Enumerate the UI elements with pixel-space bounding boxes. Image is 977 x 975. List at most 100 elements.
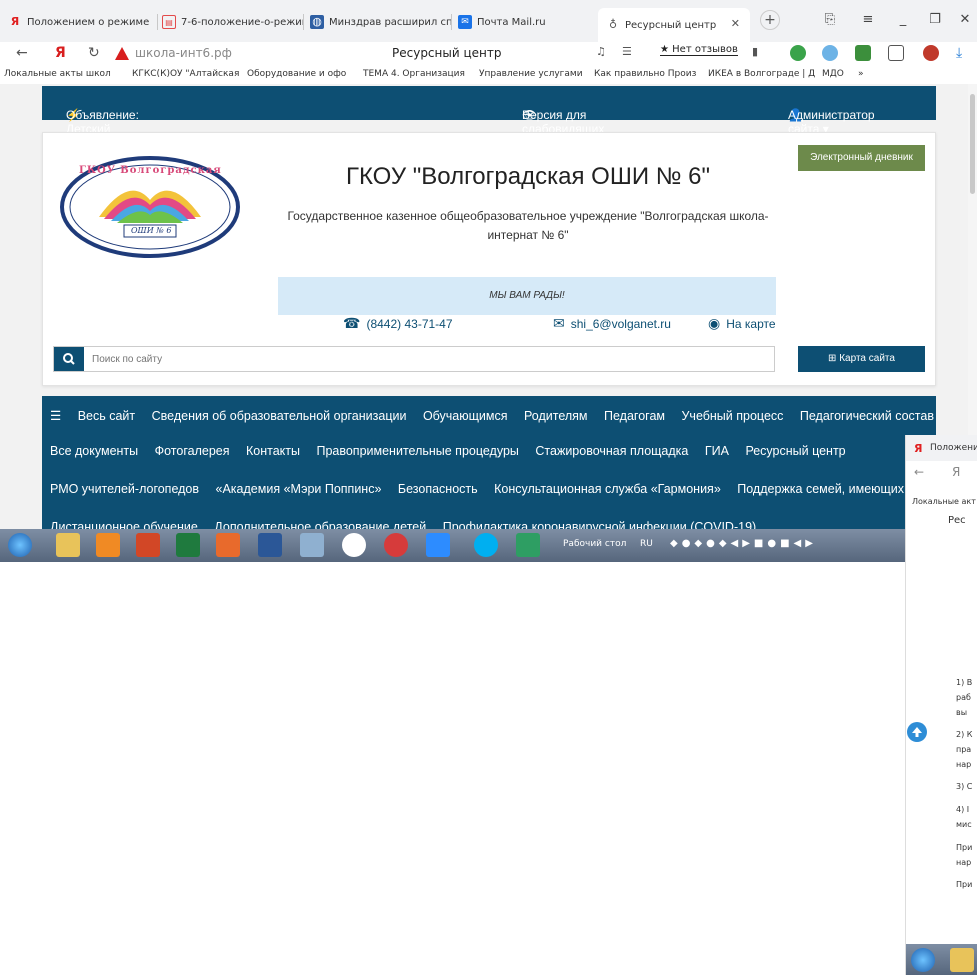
bookmarks-more[interactable]: »	[858, 69, 864, 79]
bookmark-item[interactable]: КГКС(К)ОУ "Алтайская	[132, 69, 239, 79]
menu-item[interactable]: Стажировочная площадка	[535, 444, 688, 458]
text-line: 4) I	[956, 805, 970, 814]
reload-icon[interactable]: ↻	[88, 45, 100, 61]
yandex-browser-icon[interactable]	[342, 533, 366, 557]
menu-item[interactable]: Дополнительное образование детей	[214, 520, 426, 529]
download-icon[interactable]: ⤓	[956, 45, 962, 61]
close-tab-icon[interactable]: ✕	[731, 17, 740, 30]
back-icon[interactable]: ←	[16, 45, 28, 61]
bookmark-item[interactable]: МДО	[822, 69, 844, 79]
menu-item[interactable]: Профилактика коронавирусной инфекции (CO…	[443, 520, 756, 529]
menu-item[interactable]: Родителям	[524, 409, 588, 423]
menu-item[interactable]: Фотогалерея	[155, 444, 230, 458]
email-link[interactable]: ✉ shi_6@volganet.ru	[553, 315, 671, 332]
close-window-icon[interactable]: ✕	[955, 12, 975, 27]
bookmark-item[interactable]: Оборудование и офо	[247, 69, 346, 79]
menu-item[interactable]: Учебный процесс	[681, 409, 783, 423]
start-button-icon[interactable]	[8, 533, 32, 557]
menu-item[interactable]: ГИА	[705, 444, 729, 458]
restore-icon[interactable]: ❐	[925, 12, 945, 27]
menu-item[interactable]: Дистанционное обучение	[50, 520, 198, 529]
bookmark-item[interactable]: Управление услугами	[479, 69, 583, 79]
calculator-icon[interactable]	[300, 533, 324, 557]
text-line: При	[956, 880, 973, 889]
reviews-link[interactable]: ★ Нет отзывов	[660, 44, 738, 56]
extension-icon[interactable]	[855, 45, 871, 61]
explorer-icon[interactable]	[950, 948, 974, 972]
camera-icon[interactable]	[384, 533, 408, 557]
headphones-icon[interactable]: ♫	[596, 45, 606, 58]
map-link[interactable]: ◉ На карте	[708, 315, 776, 332]
menu-item[interactable]: Контакты	[246, 444, 300, 458]
new-tab-button[interactable]: +	[760, 10, 780, 30]
shield-icon[interactable]	[790, 45, 806, 61]
tab-1[interactable]: ▤ 7-6-положение-о-режим	[162, 10, 304, 34]
desktop-toolbar[interactable]: Рабочий стол	[563, 539, 626, 549]
url-field[interactable]: школа-инт6.рф	[115, 46, 232, 60]
logo-subtext: ОШИ № 6	[131, 226, 172, 235]
tab-4-active[interactable]: ♁ Ресурсный центр ✕	[598, 8, 750, 42]
yandex-home-icon[interactable]: Я	[952, 465, 960, 479]
arrow-up-icon	[912, 727, 922, 737]
second-tab-label[interactable]: Положени	[930, 443, 977, 453]
language-indicator[interactable]: RU	[640, 539, 653, 549]
explorer-icon[interactable]	[56, 533, 80, 557]
scroll-up-button[interactable]	[907, 722, 927, 742]
extension-icon[interactable]	[822, 45, 838, 61]
location-icon: ♁	[608, 18, 618, 31]
phone-icon: ☎	[343, 315, 361, 331]
menu-item[interactable]: Все документы	[50, 444, 138, 458]
menu-item[interactable]: Сведения об образовательной организации	[152, 409, 407, 423]
reader-icon[interactable]: ☰	[622, 45, 632, 58]
menu-item[interactable]: Педагогам	[604, 409, 665, 423]
tab-2[interactable]: ◍ Минздрав расширил спи	[310, 10, 452, 34]
menu-item[interactable]: Весь сайт	[78, 409, 135, 423]
collections-icon[interactable]: ⎘	[820, 12, 840, 27]
menu-item[interactable]: «Академия «Мэри Поппинс»	[216, 482, 382, 496]
second-taskbar	[906, 944, 977, 975]
extension-icon[interactable]	[888, 45, 904, 61]
publisher-icon[interactable]	[516, 533, 540, 557]
bookmark-item[interactable]: Как правильно Произ	[594, 69, 696, 79]
electronic-diary-button[interactable]: Электронный дневник	[798, 145, 925, 171]
second-bookmark[interactable]: Локальные акт	[912, 497, 976, 506]
tab-3[interactable]: ✉ Почта Mail.ru	[458, 10, 593, 34]
zoom-icon[interactable]	[426, 533, 450, 557]
bookmark-icon[interactable]: ▮	[752, 45, 758, 58]
skype-icon[interactable]	[474, 533, 498, 557]
search-button[interactable]	[54, 347, 84, 371]
bookmark-item[interactable]: Локальные акты школ	[4, 69, 111, 79]
bookmark-item[interactable]: ТЕМА 4. Организация	[363, 69, 465, 79]
menu-icon[interactable]: ≡	[858, 12, 878, 27]
scrollbar-thumb[interactable]	[970, 94, 975, 194]
menu-item[interactable]: Обучающимся	[423, 409, 508, 423]
school-logo[interactable]: ГКОУ Волгоградская ОШИ № 6	[59, 155, 241, 259]
phone-link[interactable]: ☎ (8442) 43-71-47	[343, 315, 453, 332]
menu-item[interactable]: Безопасность	[398, 482, 478, 496]
start-button-icon[interactable]	[911, 948, 935, 972]
menu-item[interactable]: Педагогический состав	[800, 409, 934, 423]
tab-label: Почта Mail.ru	[477, 16, 546, 28]
tray-icons[interactable]: ◆●◆●◆◀▶■●■◀▶	[670, 538, 817, 549]
menu-item[interactable]: Правоприменительные процедуры	[316, 444, 518, 458]
menu-item[interactable]: Ресурсный центр	[745, 444, 845, 458]
website-viewport: ⚡ Объявление: Детский телефон доверия. 👁…	[0, 84, 968, 529]
back-icon[interactable]: ←	[914, 465, 924, 479]
excel-icon[interactable]	[176, 533, 200, 557]
extension-icon[interactable]	[923, 45, 939, 61]
minimize-icon[interactable]: _	[893, 12, 913, 27]
menu-item[interactable]: Консультационная служба «Гармония»	[494, 482, 721, 496]
media-player-icon[interactable]	[96, 533, 120, 557]
sitemap-button[interactable]: ⊞ Карта сайта	[798, 346, 925, 372]
powerpoint-icon[interactable]	[136, 533, 160, 557]
second-browser-window: Я Положени ← Я Локальные акт Рес 1) В ра…	[905, 435, 977, 975]
text-line: 1) В	[956, 678, 973, 687]
yandex-home-icon[interactable]: Я	[55, 45, 66, 61]
tab-0[interactable]: Я Положением о режиме	[8, 10, 158, 34]
search-input[interactable]	[92, 349, 762, 369]
menu-item[interactable]: РМО учителей-логопедов	[50, 482, 199, 496]
word-icon[interactable]	[258, 533, 282, 557]
bookmark-item[interactable]: ИКЕА в Волгограде | Д	[708, 69, 815, 79]
header-card: ГКОУ Волгоградская ОШИ № 6 ГКОУ "Волгогр…	[42, 132, 936, 386]
paint-icon[interactable]	[216, 533, 240, 557]
